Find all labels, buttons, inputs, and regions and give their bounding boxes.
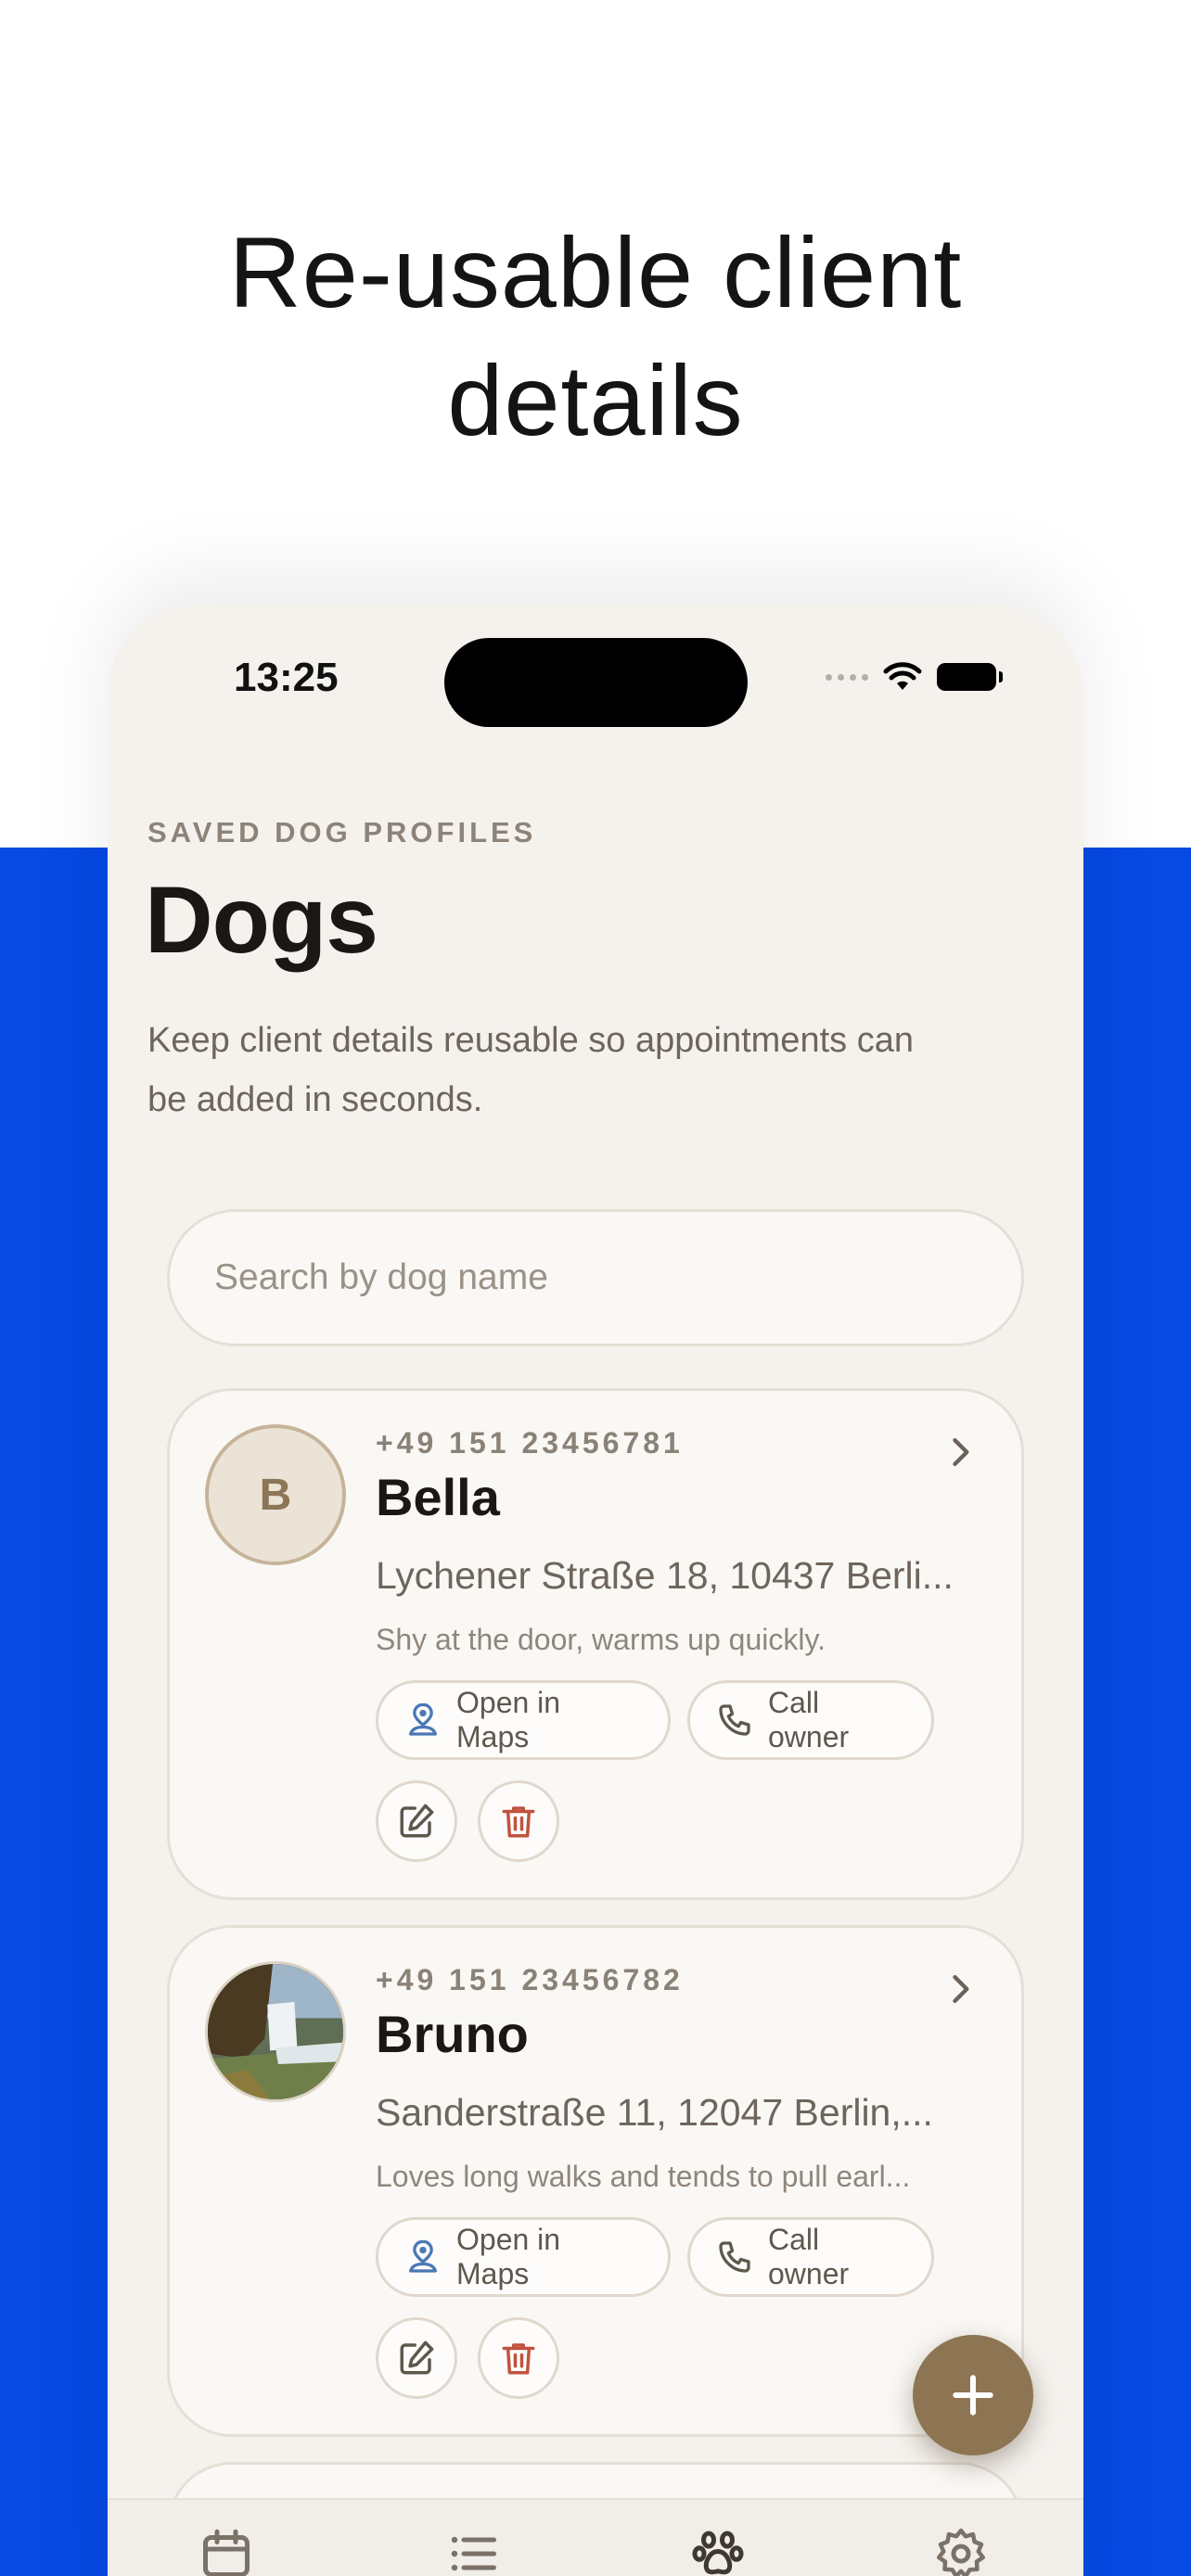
call-owner-button[interactable]: Call owner: [687, 2217, 934, 2297]
page-subtitle: Keep client details reusable so appointm…: [147, 1021, 914, 1119]
phone-screen: 13:25 SAVED DOG PROFILES Dogs Keep clien…: [108, 605, 1083, 2576]
battery-icon: [937, 663, 1003, 691]
dog-card-bruno[interactable]: +49 151 23456782 Bruno Sanderstraße 11, …: [167, 1925, 1024, 2437]
plus-icon: [953, 2375, 993, 2416]
phone-icon: [719, 2241, 750, 2273]
dog-photo-avatar: [205, 1961, 346, 2102]
delete-button[interactable]: [478, 2317, 559, 2399]
call-owner-label: Call owner: [768, 1686, 850, 1753]
add-dog-button[interactable]: [913, 2335, 1033, 2455]
calendar-icon[interactable]: [198, 2526, 254, 2576]
list-icon[interactable]: [445, 2526, 501, 2576]
owner-phone: +49 151 23456781: [376, 1426, 684, 1460]
dog-name: Bella: [376, 1468, 500, 1526]
trash-icon: [502, 1806, 535, 1838]
open-in-maps-button[interactable]: Open in Maps: [376, 2217, 671, 2297]
page-title: Dogs: [145, 867, 378, 973]
dynamic-island: [444, 638, 748, 727]
chevron-right-icon[interactable]: [940, 1969, 980, 2009]
edit-icon: [400, 1804, 434, 1838]
edit-icon: [400, 2340, 434, 2375]
status-time: 13:25: [234, 655, 339, 700]
open-in-maps-label: Open in Maps: [456, 2223, 561, 2290]
map-pin-person-icon: [409, 1702, 437, 1736]
edit-button[interactable]: [376, 2317, 457, 2399]
open-in-maps-button[interactable]: Open in Maps: [376, 1680, 671, 1760]
wifi-icon: [883, 662, 922, 690]
call-owner-button[interactable]: Call owner: [687, 1680, 934, 1760]
cellular-signal-icon: [826, 673, 868, 681]
dog-note: Loves long walks and tends to pull earl.…: [376, 2160, 911, 2193]
trash-icon: [502, 2343, 535, 2375]
edit-button[interactable]: [376, 1780, 457, 1862]
open-in-maps-label: Open in Maps: [456, 1686, 561, 1753]
call-owner-label: Call owner: [768, 2223, 850, 2290]
search-input[interactable]: [170, 1212, 1021, 1344]
tab-bar: [108, 2498, 1083, 2576]
delete-button[interactable]: [478, 1780, 559, 1862]
status-icons: [826, 662, 1003, 692]
phone-icon: [719, 1704, 750, 1736]
gear-icon[interactable]: [933, 2526, 989, 2576]
paw-icon[interactable]: [690, 2526, 746, 2576]
dog-address: Lychener Straße 18, 10437 Berli...: [376, 1554, 954, 1597]
dog-note: Shy at the door, warms up quickly.: [376, 1623, 826, 1656]
section-eyebrow: SAVED DOG PROFILES: [147, 816, 537, 848]
chevron-right-icon[interactable]: [940, 1432, 980, 1473]
dog-card-bella[interactable]: B +49 151 23456781 Bella Lychener Straße…: [167, 1388, 1024, 1900]
search-field[interactable]: [167, 1209, 1024, 1346]
owner-phone: +49 151 23456782: [376, 1963, 684, 1996]
dog-address: Sanderstraße 11, 12047 Berlin,...: [376, 2091, 933, 2134]
avatar-initial: B: [205, 1424, 346, 1565]
marketing-headline: Re-usable client details: [228, 216, 963, 456]
map-pin-person-icon: [409, 2239, 437, 2273]
dog-name: Bruno: [376, 2005, 529, 2063]
